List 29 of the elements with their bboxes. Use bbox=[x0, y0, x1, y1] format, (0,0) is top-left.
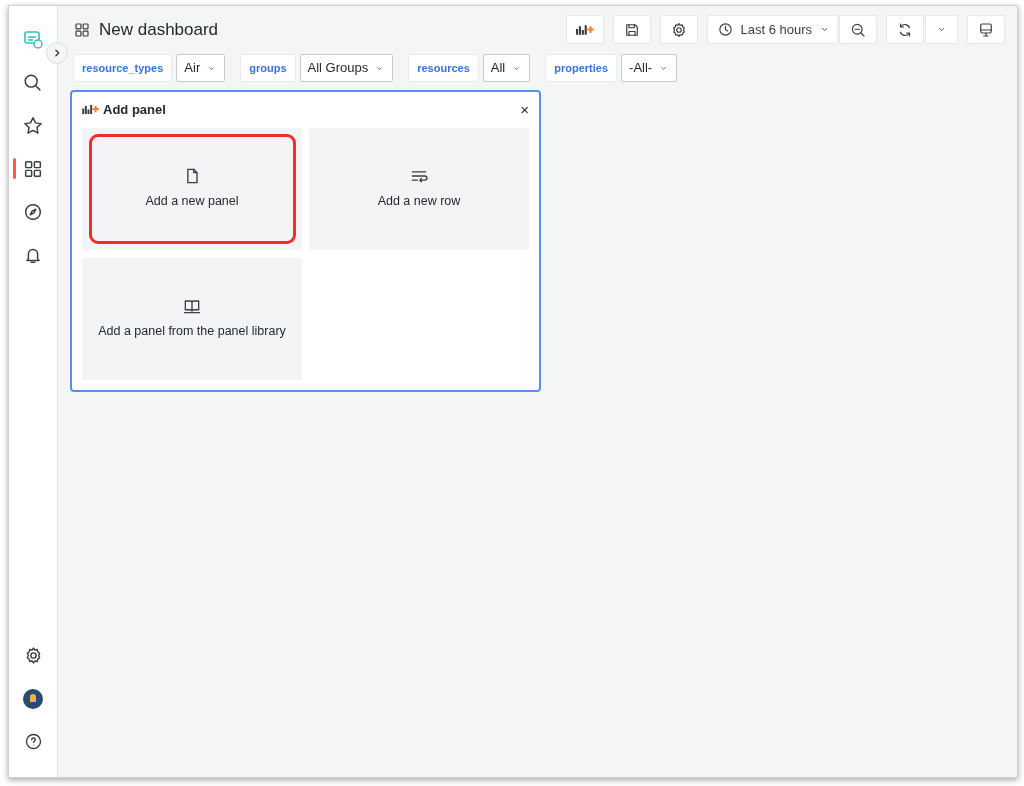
sidebar-toggle-button[interactable] bbox=[46, 42, 68, 64]
save-button[interactable] bbox=[613, 15, 652, 44]
close-button[interactable]: × bbox=[520, 102, 529, 118]
variable-dropdown[interactable]: Air bbox=[176, 54, 226, 82]
dashboard-title: New dashboard bbox=[99, 18, 219, 41]
settings-button[interactable] bbox=[660, 15, 699, 44]
chart-plus-icon bbox=[82, 105, 99, 115]
add-option-tile[interactable]: Add a new panel bbox=[82, 127, 302, 250]
variable-label: groups bbox=[240, 54, 296, 82]
zoom-out-button[interactable] bbox=[839, 15, 877, 44]
add-option-tile[interactable]: Add a new row bbox=[309, 127, 529, 250]
add-panel-button[interactable] bbox=[566, 15, 605, 44]
variable-dropdown[interactable]: -All- bbox=[621, 54, 678, 82]
variable-label: resources bbox=[408, 54, 479, 82]
monitor-icon bbox=[977, 20, 995, 39]
variable-label: properties bbox=[545, 54, 618, 82]
variable-dropdown[interactable]: All bbox=[482, 54, 531, 82]
grid-icon bbox=[73, 20, 91, 39]
variable-dropdown[interactable]: All Groups bbox=[299, 54, 394, 82]
clock-icon bbox=[717, 21, 735, 38]
view-mode-button[interactable] bbox=[967, 15, 1005, 44]
variable-label: resource_types bbox=[73, 54, 173, 82]
add-option-tile[interactable]: Add a panel from the panel library bbox=[82, 257, 302, 380]
refresh-button[interactable] bbox=[886, 15, 924, 44]
time-range-picker[interactable]: Last 6 hours bbox=[707, 15, 838, 44]
star-icon[interactable] bbox=[22, 114, 44, 137]
chart-plus-icon bbox=[576, 24, 595, 35]
avatar-icon[interactable] bbox=[21, 686, 45, 711]
panel-title: Add panel bbox=[103, 101, 166, 119]
